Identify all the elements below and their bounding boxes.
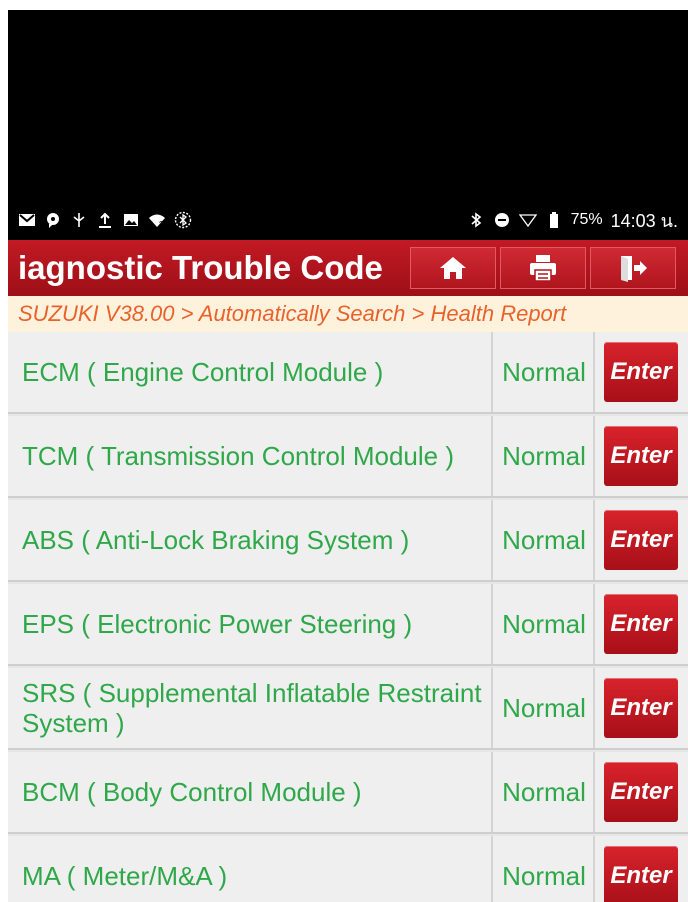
enter-button[interactable]: Enter [604,510,678,570]
status-left-icons: ? [18,211,192,229]
wifi-question-icon: ? [149,214,165,229]
module-name: TCM ( Transmission Control Module ) [8,416,493,496]
enter-button[interactable]: Enter [604,342,678,402]
usb-icon [73,213,85,227]
print-button[interactable] [500,247,586,289]
exit-icon [621,256,647,282]
module-list: ECM ( Engine Control Module ) Normal Ent… [8,332,688,902]
module-status: Normal [495,752,595,832]
enter-button[interactable]: Enter [604,846,678,902]
print-icon [530,255,556,282]
image-icon [124,214,138,226]
battery-icon [549,212,558,228]
module-name: EPS ( Electronic Power Steering ) [8,584,493,664]
status-bar: ? 75% 14:03 น. [8,200,688,240]
table-row: ECM ( Engine Control Module ) Normal Ent… [8,332,688,414]
enter-button[interactable]: Enter [604,678,678,738]
battery-percent: 75% [570,211,603,228]
page-title: iagnostic Trouble Code [18,249,383,286]
table-row: BCM ( Body Control Module ) Normal Enter [8,752,688,834]
enter-button[interactable]: Enter [604,762,678,822]
enter-button[interactable]: Enter [604,426,678,486]
module-status: Normal [495,836,595,902]
table-row: MA ( Meter/M&A ) Normal Enter [8,836,688,902]
table-row: TCM ( Transmission Control Module ) Norm… [8,416,688,498]
module-status: Normal [495,668,595,748]
home-button[interactable] [410,247,496,289]
table-row: SRS ( Supplemental Inflatable Restraint … [8,668,688,750]
status-right-icons: 75% 14:03 น. [467,206,678,235]
module-status: Normal [495,416,595,496]
module-name: BCM ( Body Control Module ) [8,752,493,832]
clock: 14:03 น. [610,210,678,231]
upload-icon [99,212,111,228]
chat-icon [47,213,59,228]
app-frame: ? 75% 14:03 น. iagnostic Trouble Code SU… [8,10,688,902]
table-row: ABS ( Anti-Lock Braking System ) Normal … [8,500,688,582]
title-bar: iagnostic Trouble Code [8,240,688,296]
module-status: Normal [495,332,595,412]
module-status: Normal [495,500,595,580]
module-name: ECM ( Engine Control Module ) [8,332,493,412]
black-area [8,10,688,200]
table-row: EPS ( Electronic Power Steering ) Normal… [8,584,688,666]
module-name: MA ( Meter/M&A ) [8,836,493,902]
bluetooth-icon [471,212,481,228]
module-name: ABS ( Anti-Lock Braking System ) [8,500,493,580]
signal-icon [518,214,537,228]
module-status: Normal [495,584,595,664]
enter-button[interactable]: Enter [604,594,678,654]
home-icon [440,257,466,279]
exit-button[interactable] [590,247,676,289]
bluetooth-circle-icon [174,211,192,229]
module-name: SRS ( Supplemental Inflatable Restraint … [8,668,493,748]
breadcrumb: SUZUKI V38.00 > Automatically Search > H… [8,296,688,332]
gmail-icon [19,214,35,226]
svg-text:?: ? [159,220,164,229]
dnd-icon [494,213,509,227]
